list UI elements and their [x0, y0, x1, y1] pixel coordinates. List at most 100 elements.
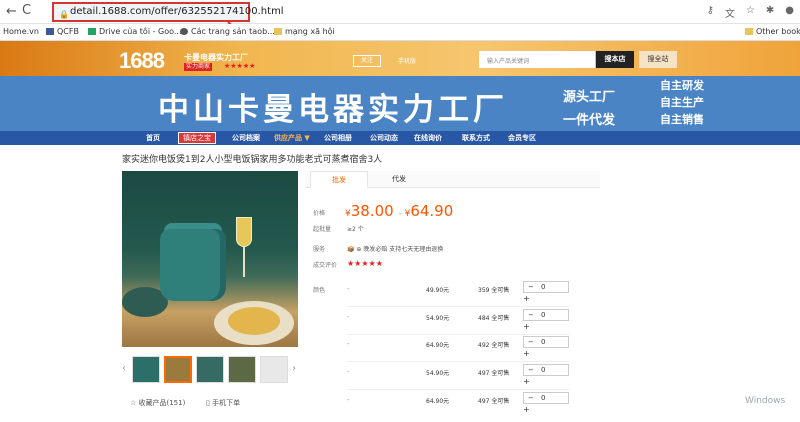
chevron-right-icon[interactable]: ›: [292, 363, 296, 374]
variant-price: 64.90元: [426, 398, 450, 405]
quantity-value[interactable]: 0: [541, 393, 545, 403]
color-label: 颜色: [313, 287, 326, 294]
variant-row: - 64.90元 497 全可售 −0 +: [347, 392, 569, 418]
quantity-stepper[interactable]: −0: [523, 392, 569, 404]
globe-icon: [180, 28, 188, 35]
banner-slogan: 源头工厂 一件代发: [563, 90, 616, 128]
chevron-left-icon[interactable]: ‹: [122, 363, 126, 374]
nav-home[interactable]: 首页: [146, 133, 160, 143]
variant-row: - 54.90元 497 全可售 −0 +: [347, 364, 569, 390]
favorite-button[interactable]: ☆ 收藏产品(151): [130, 398, 185, 408]
variant-name: -: [347, 313, 350, 321]
thumbnail[interactable]: [164, 356, 192, 383]
variant-name: -: [347, 396, 350, 404]
quantity-stepper[interactable]: −0: [523, 309, 569, 321]
nav-members[interactable]: 会员专区: [508, 133, 536, 143]
site-logo[interactable]: 1688: [119, 48, 165, 74]
wine-glass-stem: [243, 247, 245, 277]
quantity-value[interactable]: 0: [541, 337, 545, 347]
thumbnail[interactable]: [260, 356, 288, 383]
rice-cooker-image: [160, 229, 226, 301]
quantity-value[interactable]: 0: [541, 282, 545, 292]
nav-hot[interactable]: 镇店之宝: [178, 132, 216, 144]
thumbnail[interactable]: [228, 356, 256, 383]
variant-price: 54.90元: [426, 315, 450, 322]
banner-title: 中山卡曼电器实力工厂: [158, 92, 508, 128]
min-order-label: 起批量: [313, 226, 332, 233]
rating-label: 成交评价: [313, 262, 338, 269]
nav-album[interactable]: 公司相册: [324, 133, 352, 143]
drive-icon: [88, 28, 96, 35]
quantity-value[interactable]: 0: [541, 365, 545, 375]
variant-stock: 492 全可售: [478, 342, 510, 349]
search-all-button[interactable]: 搜全站: [639, 51, 677, 68]
variant-stock: 359 全可售: [478, 287, 510, 294]
follow-button[interactable]: 关注: [353, 55, 381, 67]
product-title: 家实迷你电饭煲1到2人小型电饭锅家用多功能老式可蒸煮宿舍3人: [122, 155, 383, 165]
thumbnail-strip: ‹ ›: [122, 356, 302, 384]
variant-stock: 497 全可售: [478, 370, 510, 377]
minus-button[interactable]: −: [528, 393, 534, 403]
quantity-value[interactable]: 0: [541, 310, 545, 320]
service-value: 📦 ⊕ 晚发必赔 支持七天无理由退换: [347, 246, 444, 253]
minus-button[interactable]: −: [528, 365, 534, 375]
quantity-stepper[interactable]: −0: [523, 281, 569, 293]
variant-stock: 484 全可售: [478, 315, 510, 322]
nav-inquiry[interactable]: 在线询价: [414, 133, 442, 143]
plus-button[interactable]: +: [523, 322, 530, 331]
nav-products[interactable]: 供应产品 ▼: [274, 133, 310, 143]
min-order-value: ≥2 个: [347, 226, 364, 233]
nav-contact[interactable]: 联系方式: [462, 133, 490, 143]
rating-stars: ★★★★★: [347, 259, 383, 268]
banner-features: 自主研发 自主生产 自主销售: [660, 79, 704, 126]
thumbnail[interactable]: [196, 356, 224, 383]
store-header: 1688 卡曼电器实力工厂 实力商家 ★★★★★ 关注 手机版 输入产品关键词 …: [0, 41, 800, 76]
variant-name: -: [347, 340, 350, 348]
windows-watermark: Windows: [745, 396, 786, 406]
quantity-stepper[interactable]: −0: [523, 336, 569, 348]
thumbnail[interactable]: [132, 356, 160, 383]
plus-button[interactable]: +: [523, 405, 530, 414]
tab-dropship[interactable]: 代发: [370, 171, 428, 188]
plus-button[interactable]: +: [523, 294, 530, 303]
bookmark-item[interactable]: Other bookm: [745, 27, 800, 36]
variant-name: -: [347, 285, 350, 293]
variant-stock: 497 全可售: [478, 398, 510, 405]
tab-wholesale[interactable]: 批发: [310, 171, 368, 188]
mobile-version-link[interactable]: 手机版: [398, 56, 416, 65]
search-store-button[interactable]: 搜本店: [596, 51, 634, 68]
shop-badge: 实力商家: [184, 63, 213, 71]
bookmark-item[interactable]: Các trang sản taob...: [180, 27, 275, 36]
store-nav: 首页 镇店之宝 公司档案 供应产品 ▼ 公司相册 公司动态 在线询价 联系方式 …: [0, 131, 800, 145]
product-main-image[interactable]: [122, 171, 298, 347]
nav-profile[interactable]: 公司档案: [232, 133, 260, 143]
folder-icon: [745, 28, 753, 35]
facebook-icon: [46, 28, 54, 35]
pasta-image: [228, 307, 280, 335]
folder-icon: [274, 28, 282, 35]
variant-row: - 64.90元 492 全可售 −0 +: [347, 336, 569, 362]
bookmark-item[interactable]: QCFB: [46, 27, 79, 36]
minus-button[interactable]: −: [528, 310, 534, 320]
price-range: ¥38.00 - ¥64.90: [345, 202, 454, 220]
bookmark-item[interactable]: Drive của tôi - Goo...: [88, 27, 182, 36]
bookmark-item[interactable]: Home.vn: [3, 27, 39, 36]
variant-price: 49.90元: [426, 287, 450, 294]
store-banner: 中山卡曼电器实力工厂 源头工厂 一件代发 自主研发 自主生产 自主销售: [0, 76, 800, 131]
wine-glass-image: [236, 217, 252, 247]
shop-rating: ★★★★★: [224, 62, 256, 70]
minus-button[interactable]: −: [528, 282, 534, 292]
service-label: 服务: [313, 246, 326, 253]
plus-button[interactable]: +: [523, 377, 530, 386]
minus-button[interactable]: −: [528, 337, 534, 347]
bookmark-item[interactable]: mạng xã hội: [274, 27, 335, 36]
bookmarks-bar: Home.vn QCFB Drive của tôi - Goo... Các …: [0, 24, 800, 41]
quantity-stepper[interactable]: −0: [523, 364, 569, 376]
mobile-order-button[interactable]: ▯ 手机下单: [206, 398, 240, 408]
variant-row: - 49.90元 359 全可售 −0 +: [347, 281, 569, 307]
search-input[interactable]: 输入产品关键词: [479, 51, 595, 68]
plus-button[interactable]: +: [523, 349, 530, 358]
nav-news[interactable]: 公司动态: [370, 133, 398, 143]
purchase-tabs: 批发 代发: [305, 171, 600, 188]
variant-row: - 54.90元 484 全可售 −0 +: [347, 309, 569, 335]
